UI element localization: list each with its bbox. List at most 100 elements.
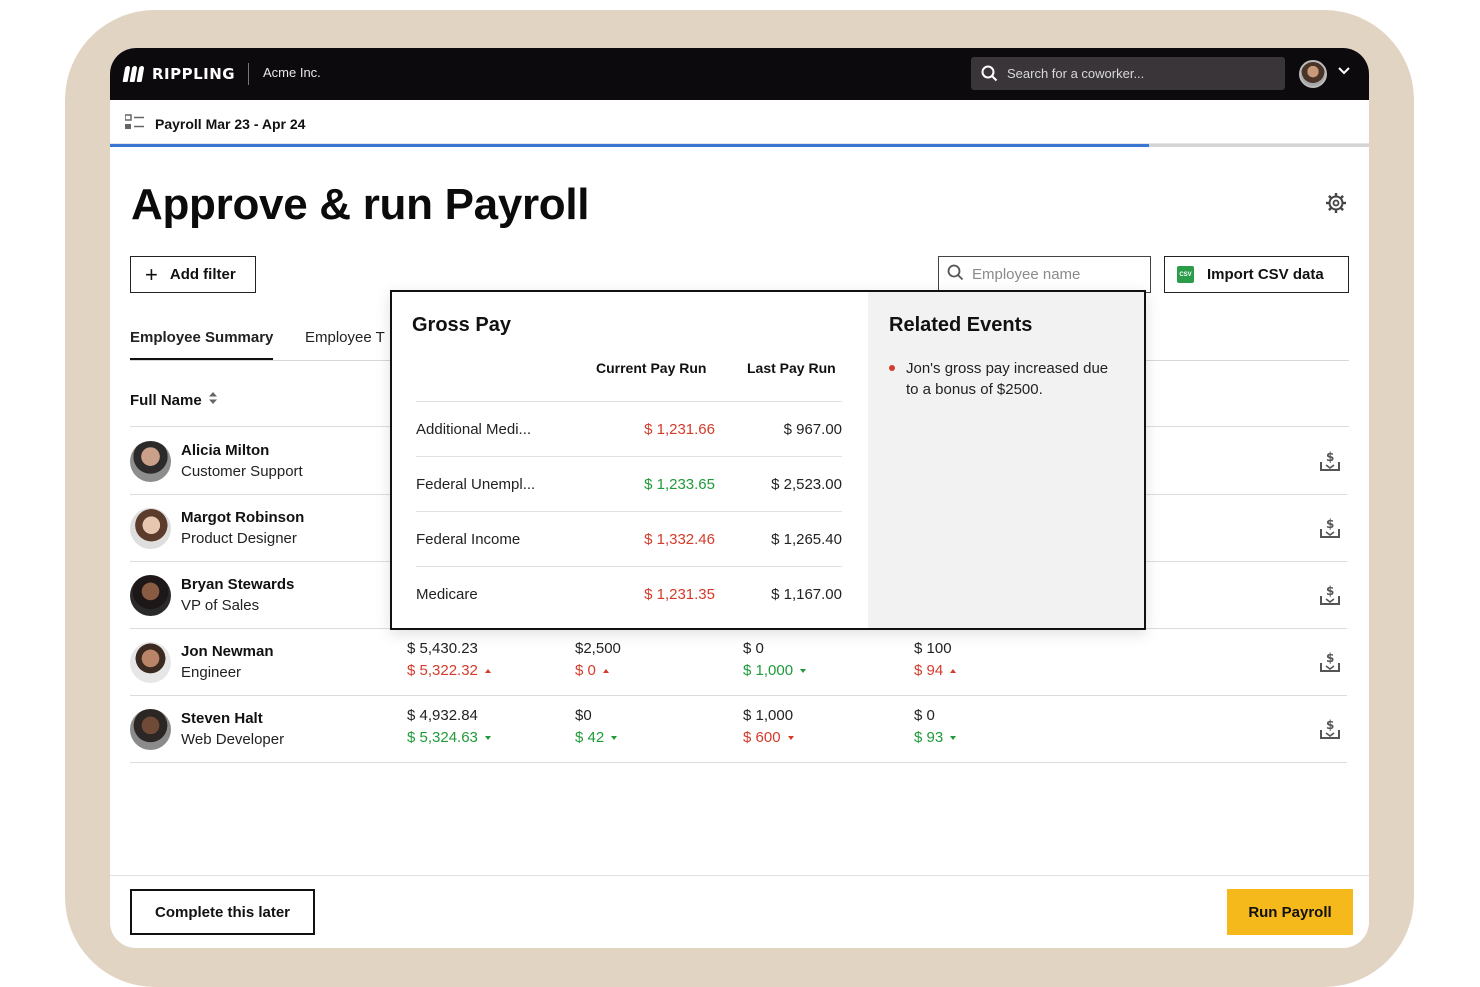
rippling-logo[interactable]: RIPPLING [122,65,235,83]
last-pay-run-header: Last Pay Run [747,360,836,376]
increase-arrow-icon [602,668,609,673]
previous-value: $0 [575,707,592,724]
gross-pay-popover: Gross Pay Current Pay Run Last Pay Run A… [390,290,1146,630]
complete-later-button[interactable]: Complete this later [130,889,315,935]
employee-search-placeholder: Employee name [972,266,1081,283]
previous-value: $ 5,430.23 [407,640,478,657]
tax-label: Additional Medi... [416,421,532,438]
avatar [130,441,171,482]
current-value: $ 5,322.32 [407,662,478,679]
gross-pay-panel: Gross Pay Current Pay Run Last Pay Run A… [392,292,868,628]
pay-stub-download-icon[interactable]: $ [1320,517,1340,544]
payroll-period-title: Payroll Mar 23 - Apr 24 [155,116,306,132]
current-amount: $ 1,233.65 [644,476,715,493]
related-events-panel: Related Events Jon's gross pay increased… [868,292,1144,628]
gross-pay-cell: $ 5,430.23 $ 5,322.32 [407,640,491,679]
increase-arrow-icon [484,668,491,673]
tab-employee-summary[interactable]: Employee Summary [130,329,274,360]
tax-label: Federal Unempl... [416,476,536,493]
table-row[interactable]: Jon Newman Engineer $ 5,430.23 $ 5,322.3… [130,629,1347,696]
current-value: $ 0 [575,662,596,679]
payroll-subbar: Payroll Mar 23 - Apr 24 [110,100,1369,144]
user-avatar[interactable] [1299,60,1327,88]
csv-file-icon: CSV [1177,266,1194,283]
employee-role: Web Developer [181,731,285,748]
device-button [355,10,421,22]
nav-divider [248,63,249,85]
gross-pay-row: Federal Unempl... $ 1,233.65 $ 2,523.00 [416,456,842,511]
sort-icon [208,391,218,409]
tab-employee-t[interactable]: Employee T [305,329,385,346]
add-filter-label: Add filter [169,266,236,283]
last-amount: $ 2,523.00 [771,476,842,493]
increase-arrow-icon [950,668,957,673]
avatar [130,508,171,549]
current-value: $ 5,324.63 [407,729,478,746]
previous-value: $ 0 [914,707,935,724]
app-screen: RIPPLING Acme Inc. Search for a coworker… [110,48,1369,948]
last-amount: $ 967.00 [783,421,842,438]
gross-pay-title: Gross Pay [412,314,511,336]
top-nav-bar: RIPPLING Acme Inc. Search for a coworker… [110,48,1369,100]
full-name-column-header[interactable]: Full Name [130,391,218,409]
employee-role: Engineer [181,664,242,681]
current-amount: $ 1,231.66 [644,421,715,438]
avatar [130,642,171,683]
svg-text:$: $ [1326,450,1334,464]
bonus-cell: $0 $ 42 [575,707,618,746]
add-filter-button[interactable]: + Add filter [130,256,256,293]
decrease-arrow-icon [611,735,618,740]
previous-value: $ 0 [743,640,764,657]
search-icon [971,65,1007,82]
device-button [270,10,336,22]
decrease-arrow-icon [800,668,807,673]
pay-stub-download-icon[interactable]: $ [1320,584,1340,611]
full-name-header-label: Full Name [130,391,202,409]
event-dot-icon [889,365,895,371]
current-value: $ 93 [914,729,944,746]
coworker-search-placeholder: Search for a coworker... [1007,66,1145,81]
decrease-arrow-icon [484,735,491,740]
pay-stub-download-icon[interactable]: $ [1320,718,1340,745]
employee-name: Bryan Stewards [181,576,295,593]
tax-label: Medicare [416,586,478,603]
table-row[interactable]: Steven Halt Web Developer $ 4,932.84 $ 5… [130,696,1347,763]
employee-role: Customer Support [181,463,303,480]
related-event-item: Jon's gross pay increased due to a bonus… [889,358,1119,400]
previous-value: $ 100 [914,640,952,657]
avatar [130,575,171,616]
avatar [130,709,171,750]
previous-value: $ 1,000 [743,707,794,724]
last-amount: $ 1,167.00 [771,586,842,603]
employee-name-search-input[interactable]: Employee name [938,256,1151,293]
employee-name: Margot Robinson [181,509,305,526]
import-csv-label: Import CSV data [1207,266,1324,283]
pay-stub-download-icon[interactable]: $ [1320,450,1340,477]
chevron-down-icon[interactable] [1337,64,1351,83]
current-value: $ 600 [743,729,781,746]
plus-icon: + [145,261,158,287]
svg-text:$: $ [1326,584,1334,598]
last-amount: $ 1,265.40 [771,531,842,548]
list-icon [124,114,145,136]
employee-name: Jon Newman [181,643,274,660]
employee-role: VP of Sales [181,597,260,614]
current-amount: $ 1,332.46 [644,531,715,548]
current-pay-run-header: Current Pay Run [596,360,707,376]
footer-divider [110,875,1369,876]
run-payroll-button[interactable]: Run Payroll [1227,889,1353,935]
import-csv-button[interactable]: CSV Import CSV data [1164,256,1349,293]
gross-pay-row: Additional Medi... $ 1,231.66 $ 967.00 [416,401,842,456]
tax-label: Federal Income [416,531,521,548]
svg-text:$: $ [1326,718,1334,732]
employee-name: Alicia Milton [181,442,270,459]
employee-role: Product Designer [181,530,297,547]
deduction-cell: $ 0 $ 1,000 [743,640,807,679]
current-value: $ 94 [914,662,944,679]
payroll-progress-fill [110,144,1149,147]
gear-icon[interactable] [1325,192,1347,219]
pay-stub-download-icon[interactable]: $ [1320,651,1340,678]
previous-value: $2,500 [575,640,621,657]
current-value: $ 1,000 [743,662,794,679]
coworker-search-input[interactable]: Search for a coworker... [971,57,1285,90]
